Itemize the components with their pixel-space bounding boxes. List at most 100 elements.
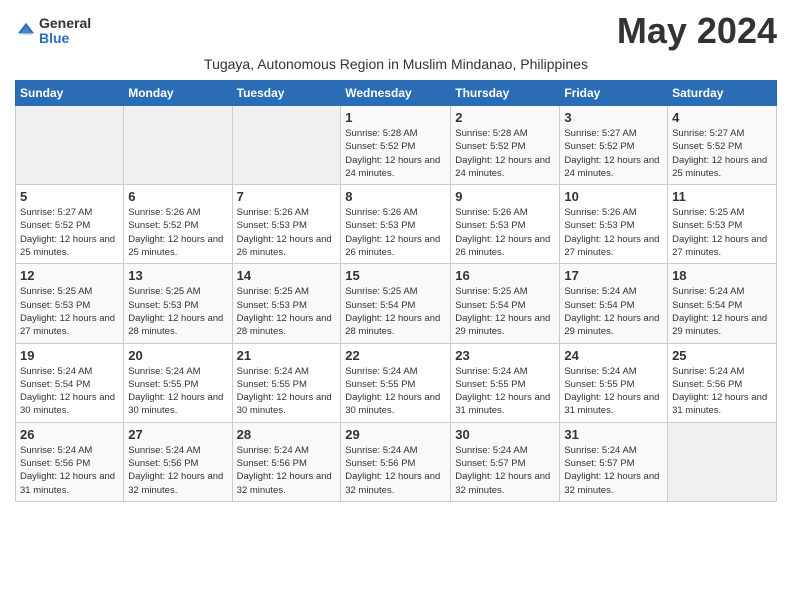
day-info: Sunrise: 5:24 AM Sunset: 5:56 PM Dayligh… bbox=[345, 444, 446, 497]
calendar-cell: 10Sunrise: 5:26 AM Sunset: 5:53 PM Dayli… bbox=[560, 185, 668, 264]
day-info: Sunrise: 5:24 AM Sunset: 5:55 PM Dayligh… bbox=[564, 365, 663, 418]
calendar-cell: 18 Sunrise: 5:24 AM Sunset: 5:54 PM Dayli… bbox=[668, 264, 777, 343]
day-info: Sunrise: 5:25 AM Sunset: 5:54 PM Dayligh… bbox=[345, 285, 446, 338]
day-info: Sunrise: 5:24 AM Sunset: 5:55 PM Dayligh… bbox=[237, 365, 337, 418]
day-number: 7 bbox=[237, 189, 337, 204]
calendar-cell: 26Sunrise: 5:24 AM Sunset: 5:56 PM Dayli… bbox=[16, 422, 124, 501]
logo-general-text: General bbox=[39, 16, 91, 31]
day-info: Sunrise: 5:28 AM Sunset: 5:52 PM Dayligh… bbox=[345, 127, 446, 180]
day-info: Sunrise: 5:24 AM Sunset: 5:57 PM Dayligh… bbox=[564, 444, 663, 497]
day-number: 1 bbox=[345, 110, 446, 125]
day-number: 25 bbox=[672, 348, 772, 363]
calendar-cell: 25Sunrise: 5:24 AM Sunset: 5:56 PM Dayli… bbox=[668, 343, 777, 422]
day-info: Sunrise: 5:24 AM Sunset: 5:54 PM Dayligh… bbox=[564, 285, 663, 338]
calendar-cell: 4Sunrise: 5:27 AM Sunset: 5:52 PM Daylig… bbox=[668, 106, 777, 185]
calendar-cell bbox=[16, 106, 124, 185]
logo: General Blue bbox=[15, 16, 91, 47]
logo-blue-text: Blue bbox=[39, 31, 91, 46]
calendar-table: Sunday Monday Tuesday Wednesday Thursday… bbox=[15, 80, 777, 502]
calendar-cell: 12Sunrise: 5:25 AM Sunset: 5:53 PM Dayli… bbox=[16, 264, 124, 343]
day-info: Sunrise: 5:24 AM Sunset: 5:56 PM Dayligh… bbox=[237, 444, 337, 497]
calendar-cell bbox=[668, 422, 777, 501]
weekday-tuesday: Tuesday bbox=[232, 81, 341, 106]
calendar-cell: 16Sunrise: 5:25 AM Sunset: 5:54 PM Dayli… bbox=[451, 264, 560, 343]
day-info: Sunrise: 5:26 AM Sunset: 5:53 PM Dayligh… bbox=[564, 206, 663, 259]
day-number: 8 bbox=[345, 189, 446, 204]
day-number: 21 bbox=[237, 348, 337, 363]
calendar-cell: 15Sunrise: 5:25 AM Sunset: 5:54 PM Dayli… bbox=[341, 264, 451, 343]
day-number: 19 bbox=[20, 348, 119, 363]
calendar-cell: 31 Sunrise: 5:24 AM Sunset: 5:57 PM Dayli… bbox=[560, 422, 668, 501]
day-info: Sunrise: 5:26 AM Sunset: 5:53 PM Dayligh… bbox=[237, 206, 337, 259]
calendar-cell: 17Sunrise: 5:24 AM Sunset: 5:54 PM Dayli… bbox=[560, 264, 668, 343]
day-info: Sunrise: 5:25 AM Sunset: 5:53 PM Dayligh… bbox=[128, 285, 227, 338]
day-info: Sunrise: 5:24 AM Sunset: 5:54 PM Dayligh… bbox=[672, 285, 772, 338]
calendar-cell: 29 Sunrise: 5:24 AM Sunset: 5:56 PM Dayli… bbox=[341, 422, 451, 501]
day-info: Sunrise: 5:26 AM Sunset: 5:53 PM Dayligh… bbox=[345, 206, 446, 259]
calendar-week-2: 5 Sunrise: 5:27 AM Sunset: 5:52 PM Daylig… bbox=[16, 185, 777, 264]
calendar-week-5: 26 Sunrise: 5:24 AM Sunset: 5:56 PM Dayli… bbox=[16, 422, 777, 501]
calendar-cell: 28Sunrise: 5:24 AM Sunset: 5:56 PM Dayli… bbox=[232, 422, 341, 501]
day-number: 20 bbox=[128, 348, 227, 363]
day-number: 6 bbox=[128, 189, 227, 204]
day-info: Sunrise: 5:24 AM Sunset: 5:57 PM Dayligh… bbox=[455, 444, 555, 497]
calendar-cell: 22Sunrise: 5:24 AM Sunset: 5:55 PM Dayli… bbox=[341, 343, 451, 422]
calendar-week-4: 19 Sunrise: 5:24 AM Sunset: 5:54 PM Dayli… bbox=[16, 343, 777, 422]
weekday-sunday: Sunday bbox=[16, 81, 124, 106]
calendar-cell: 1 Sunrise: 5:28 AM Sunset: 5:52 PM Daylig… bbox=[341, 106, 451, 185]
day-number: 23 bbox=[455, 348, 555, 363]
calendar-week-3: 12 Sunrise: 5:25 AM Sunset: 5:53 PM Dayli… bbox=[16, 264, 777, 343]
calendar-cell: 14 Sunrise: 5:25 AM Sunset: 5:53 PM Dayli… bbox=[232, 264, 341, 343]
weekday-wednesday: Wednesday bbox=[341, 81, 451, 106]
day-number: 31 bbox=[564, 427, 663, 442]
subtitle: Tugaya, Autonomous Region in Muslim Mind… bbox=[15, 56, 777, 72]
day-number: 12 bbox=[20, 268, 119, 283]
day-info: Sunrise: 5:25 AM Sunset: 5:54 PM Dayligh… bbox=[455, 285, 555, 338]
calendar-cell: 30Sunrise: 5:24 AM Sunset: 5:57 PM Dayli… bbox=[451, 422, 560, 501]
calendar-cell bbox=[124, 106, 232, 185]
day-info: Sunrise: 5:27 AM Sunset: 5:52 PM Dayligh… bbox=[564, 127, 663, 180]
month-title: May 2024 bbox=[617, 10, 777, 52]
calendar-cell: 11Sunrise: 5:25 AM Sunset: 5:53 PM Dayli… bbox=[668, 185, 777, 264]
day-info: Sunrise: 5:27 AM Sunset: 5:52 PM Dayligh… bbox=[20, 206, 119, 259]
calendar-cell: 27 Sunrise: 5:24 AM Sunset: 5:56 PM Dayli… bbox=[124, 422, 232, 501]
calendar-cell: 2 Sunrise: 5:28 AM Sunset: 5:52 PM Daylig… bbox=[451, 106, 560, 185]
day-number: 29 bbox=[345, 427, 446, 442]
calendar-cell: 13 Sunrise: 5:25 AM Sunset: 5:53 PM Dayli… bbox=[124, 264, 232, 343]
calendar-body: 1 Sunrise: 5:28 AM Sunset: 5:52 PM Daylig… bbox=[16, 106, 777, 502]
day-info: Sunrise: 5:28 AM Sunset: 5:52 PM Dayligh… bbox=[455, 127, 555, 180]
day-info: Sunrise: 5:25 AM Sunset: 5:53 PM Dayligh… bbox=[672, 206, 772, 259]
day-info: Sunrise: 5:24 AM Sunset: 5:55 PM Dayligh… bbox=[128, 365, 227, 418]
day-number: 27 bbox=[128, 427, 227, 442]
calendar-cell: 6 Sunrise: 5:26 AM Sunset: 5:52 PM Daylig… bbox=[124, 185, 232, 264]
day-info: Sunrise: 5:24 AM Sunset: 5:54 PM Dayligh… bbox=[20, 365, 119, 418]
day-number: 9 bbox=[455, 189, 555, 204]
calendar-cell: 3Sunrise: 5:27 AM Sunset: 5:52 PM Daylig… bbox=[560, 106, 668, 185]
calendar-cell: 8 Sunrise: 5:26 AM Sunset: 5:53 PM Daylig… bbox=[341, 185, 451, 264]
calendar-cell: 20 Sunrise: 5:24 AM Sunset: 5:55 PM Dayli… bbox=[124, 343, 232, 422]
day-number: 13 bbox=[128, 268, 227, 283]
calendar-cell bbox=[232, 106, 341, 185]
calendar-cell: 19 Sunrise: 5:24 AM Sunset: 5:54 PM Dayli… bbox=[16, 343, 124, 422]
weekday-friday: Friday bbox=[560, 81, 668, 106]
day-info: Sunrise: 5:26 AM Sunset: 5:52 PM Dayligh… bbox=[128, 206, 227, 259]
day-info: Sunrise: 5:25 AM Sunset: 5:53 PM Dayligh… bbox=[237, 285, 337, 338]
day-number: 5 bbox=[20, 189, 119, 204]
logo-text: General Blue bbox=[39, 16, 91, 47]
day-info: Sunrise: 5:24 AM Sunset: 5:56 PM Dayligh… bbox=[128, 444, 227, 497]
day-number: 18 bbox=[672, 268, 772, 283]
header: General Blue May 2024 bbox=[15, 10, 777, 52]
weekday-thursday: Thursday bbox=[451, 81, 560, 106]
day-info: Sunrise: 5:24 AM Sunset: 5:55 PM Dayligh… bbox=[455, 365, 555, 418]
day-number: 24 bbox=[564, 348, 663, 363]
calendar-cell: 5 Sunrise: 5:27 AM Sunset: 5:52 PM Daylig… bbox=[16, 185, 124, 264]
calendar-cell: 21 Sunrise: 5:24 AM Sunset: 5:55 PM Dayli… bbox=[232, 343, 341, 422]
weekday-monday: Monday bbox=[124, 81, 232, 106]
calendar-cell: 7 Sunrise: 5:26 AM Sunset: 5:53 PM Daylig… bbox=[232, 185, 341, 264]
day-info: Sunrise: 5:27 AM Sunset: 5:52 PM Dayligh… bbox=[672, 127, 772, 180]
calendar-week-1: 1 Sunrise: 5:28 AM Sunset: 5:52 PM Daylig… bbox=[16, 106, 777, 185]
day-number: 2 bbox=[455, 110, 555, 125]
day-info: Sunrise: 5:24 AM Sunset: 5:55 PM Dayligh… bbox=[345, 365, 446, 418]
day-number: 26 bbox=[20, 427, 119, 442]
day-number: 14 bbox=[237, 268, 337, 283]
